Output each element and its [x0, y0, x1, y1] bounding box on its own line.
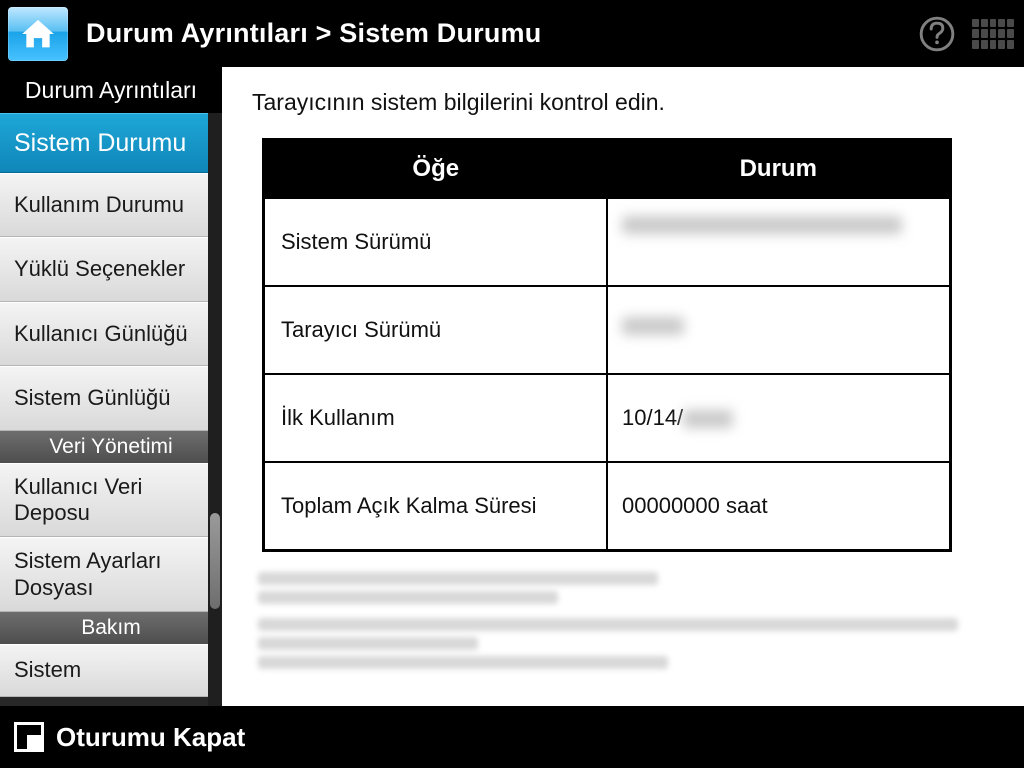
cell-status: 10/14/0716	[607, 374, 951, 462]
status-table: Öğe Durum Sistem Sürümü na001 01.01.01.0…	[262, 138, 952, 552]
main-content: Tarayıcının sistem bilgilerini kontrol e…	[222, 67, 1024, 706]
redacted-value: 0100	[622, 317, 684, 335]
sidebar-section-data-management: Veri Yönetimi	[0, 431, 222, 463]
sidebar-item-label: Sistem Durumu	[14, 129, 186, 157]
app-header: Durum Ayrıntıları > Sistem Durumu	[0, 0, 1024, 67]
table-row: Tarayıcı Sürümü 0100	[264, 286, 951, 374]
sidebar: Durum Ayrıntıları Sistem Durumu Kullanım…	[0, 67, 222, 706]
sidebar-item-usage-status[interactable]: Kullanım Durumu	[0, 173, 222, 237]
sidebar-item-user-log[interactable]: Kullanıcı Günlüğü	[0, 302, 222, 366]
sidebar-item-label: Sistem	[14, 657, 81, 682]
cell-status: 00000000 saat	[607, 462, 951, 550]
keyboard-icon	[972, 19, 1014, 49]
logout-icon	[14, 722, 44, 752]
sidebar-item-user-data-store[interactable]: Kullanıcı Veri Deposu	[0, 463, 222, 538]
col-header-item: Öğe	[264, 140, 608, 199]
home-icon	[18, 14, 58, 54]
cell-status: na001 01.01.01.0045 541 01	[607, 198, 951, 286]
table-row: Toplam Açık Kalma Süresi 00000000 saat	[264, 462, 951, 550]
cell-item: Sistem Sürümü	[264, 198, 608, 286]
sidebar-item-label: Kullanıcı Veri Deposu	[14, 474, 142, 525]
sidebar-item-system-settings-file[interactable]: Sistem Ayarları Dosyası	[0, 537, 222, 612]
sidebar-item-label: Kullanım Durumu	[14, 192, 184, 217]
keyboard-button[interactable]	[966, 8, 1020, 60]
sidebar-item-system-log[interactable]: Sistem Günlüğü	[0, 366, 222, 430]
body: Durum Ayrıntıları Sistem Durumu Kullanım…	[0, 67, 1024, 706]
sidebar-section-maintenance: Bakım	[0, 612, 222, 644]
header-actions	[910, 8, 1020, 60]
help-icon	[917, 14, 957, 54]
sidebar-item-system-status[interactable]: Sistem Durumu	[0, 113, 222, 173]
logout-button[interactable]: Oturumu Kapat	[56, 722, 245, 753]
cell-item: Tarayıcı Sürümü	[264, 286, 608, 374]
table-row: Sistem Sürümü na001 01.01.01.0045 541 01	[264, 198, 951, 286]
sidebar-scrollbar[interactable]	[208, 113, 222, 706]
cell-status: 0100	[607, 286, 951, 374]
sidebar-item-label: Yüklü Seçenekler	[14, 256, 185, 281]
col-header-status: Durum	[607, 140, 951, 199]
redacted-value: 0716	[683, 410, 733, 428]
status-value-prefix: 10/14/	[622, 405, 683, 430]
status-value: 00000000 saat	[622, 493, 768, 518]
footer: Oturumu Kapat	[0, 706, 1024, 768]
sidebar-item-label: Kullanıcı Günlüğü	[14, 321, 188, 346]
sidebar-item-label: Sistem Ayarları Dosyası	[14, 548, 162, 599]
table-row: İlk Kullanım 10/14/0716	[264, 374, 951, 462]
sidebar-item-system[interactable]: Sistem	[0, 644, 222, 696]
sidebar-title: Durum Ayrıntıları	[0, 67, 222, 113]
help-button[interactable]	[910, 8, 964, 60]
sidebar-scrollbar-thumb[interactable]	[210, 513, 220, 609]
sidebar-item-installed-options[interactable]: Yüklü Seçenekler	[0, 237, 222, 301]
page-instruction: Tarayıcının sistem bilgilerini kontrol e…	[252, 89, 994, 116]
legal-footnotes	[258, 572, 994, 669]
cell-item: Toplam Açık Kalma Süresi	[264, 462, 608, 550]
sidebar-item-label: Sistem Günlüğü	[14, 385, 171, 410]
redacted-value: na001 01.01.01.0045 541 01	[622, 216, 902, 234]
cell-item: İlk Kullanım	[264, 374, 608, 462]
home-button[interactable]	[8, 7, 68, 61]
breadcrumb: Durum Ayrıntıları > Sistem Durumu	[86, 18, 541, 49]
